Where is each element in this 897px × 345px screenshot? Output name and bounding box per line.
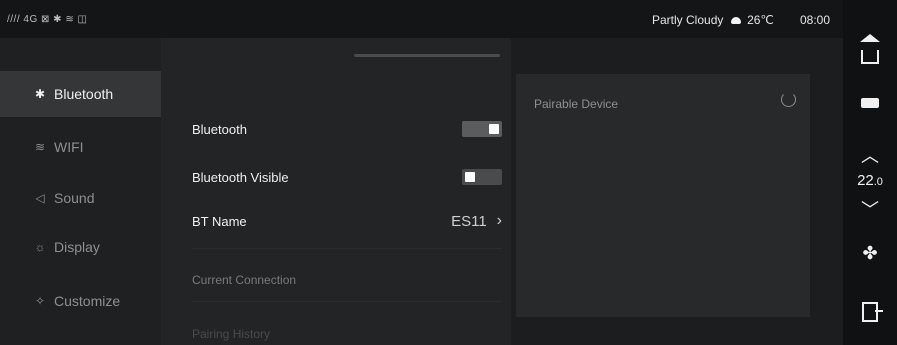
- brightness-icon: ☼: [34, 240, 46, 254]
- home-icon-body: [861, 50, 879, 64]
- sidebar-item-label: Sound: [54, 190, 95, 206]
- pairable-device-panel: Pairable Device: [516, 74, 810, 317]
- bluetooth-settings-list: Bluetooth Bluetooth Visible BT Name ES11…: [161, 38, 511, 345]
- current-connection-heading: Current Connection: [192, 273, 297, 287]
- sidebar-item-wifi[interactable]: ≋ WIFI: [0, 124, 161, 170]
- drag-handle[interactable]: [354, 54, 500, 57]
- temperature-down-button[interactable]: ﹀: [843, 196, 897, 222]
- bluetooth-icon: ✱: [34, 87, 46, 101]
- bluetooth-visible-toggle[interactable]: [462, 169, 502, 185]
- wifi-icon: ≋: [34, 140, 46, 154]
- home-icon: [860, 34, 880, 42]
- exit-button[interactable]: [843, 302, 897, 322]
- sidebar-item-display[interactable]: ☼ Display: [0, 224, 161, 270]
- speaker-icon: ◁: [35, 191, 45, 205]
- toggle-knob: [489, 124, 499, 134]
- temperature-decimal: .0: [873, 176, 883, 188]
- bluetooth-visible-row: Bluetooth Visible: [192, 157, 502, 197]
- sidebar-item-label: WIFI: [54, 139, 84, 155]
- outside-temperature: 26℃: [747, 13, 774, 27]
- bluetooth-toggle[interactable]: [462, 121, 502, 137]
- pairable-device-title: Pairable Device: [534, 97, 619, 111]
- screen: //// 4G ⊠ ✱ ≋ ◫ Partly Cloudy 26℃ 08:00 …: [0, 0, 897, 345]
- bt-name-value: ES11: [451, 212, 487, 230]
- temperature-up-button[interactable]: ︿: [843, 142, 897, 168]
- defrost-button[interactable]: [843, 96, 897, 108]
- temperature-readout: 22.0: [843, 172, 897, 189]
- bluetooth-label: Bluetooth: [192, 121, 247, 137]
- divider: [192, 248, 502, 249]
- status-bar: //// 4G ⊠ ✱ ≋ ◫ Partly Cloudy 26℃ 08:00: [0, 0, 843, 38]
- bluetooth-visible-label: Bluetooth Visible: [192, 169, 289, 185]
- divider: [192, 301, 502, 302]
- weather-text: Partly Cloudy: [652, 13, 724, 27]
- loading-spinner-icon: [781, 92, 796, 107]
- chevron-down-icon: ﹀: [861, 200, 879, 220]
- bluetooth-row: Bluetooth: [192, 109, 502, 149]
- climate-control-bar: ︿ 22.0 ﹀ ✤: [843, 0, 897, 345]
- temperature-integer: 22: [857, 172, 874, 189]
- window-icon: [861, 98, 879, 108]
- sidebar-item-customize[interactable]: ✧ Customize: [0, 278, 161, 324]
- exit-icon: [862, 302, 883, 322]
- fan-button[interactable]: ✤: [843, 243, 897, 264]
- settings-sidebar: ✱ Bluetooth ≋ WIFI ◁ Sound ☼ Display ✧ C…: [0, 38, 161, 345]
- bt-name-label: BT Name: [192, 213, 247, 229]
- sidebar-item-bluetooth[interactable]: ✱ Bluetooth: [0, 71, 161, 117]
- cloud-icon: [730, 17, 741, 25]
- sidebar-item-label: Customize: [54, 293, 121, 309]
- status-indicators: //// 4G ⊠ ✱ ≋ ◫: [7, 14, 88, 25]
- chevron-right-icon: ›: [496, 212, 502, 229]
- bt-name-row[interactable]: BT Name ES11 ›: [192, 201, 502, 241]
- sidebar-item-sound[interactable]: ◁ Sound: [0, 175, 161, 221]
- weather-widget[interactable]: Partly Cloudy 26℃: [652, 13, 774, 27]
- pairing-history-heading: Pairing History: [192, 327, 271, 341]
- sidebar-item-label: Display: [54, 239, 100, 255]
- clock: 08:00: [800, 13, 831, 27]
- fan-icon: ✤: [862, 243, 878, 263]
- customize-icon: ✧: [34, 294, 46, 308]
- sidebar-item-label: Bluetooth: [54, 86, 114, 102]
- home-button[interactable]: [843, 34, 897, 64]
- chevron-up-icon: ︿: [861, 146, 879, 166]
- toggle-knob: [465, 172, 475, 182]
